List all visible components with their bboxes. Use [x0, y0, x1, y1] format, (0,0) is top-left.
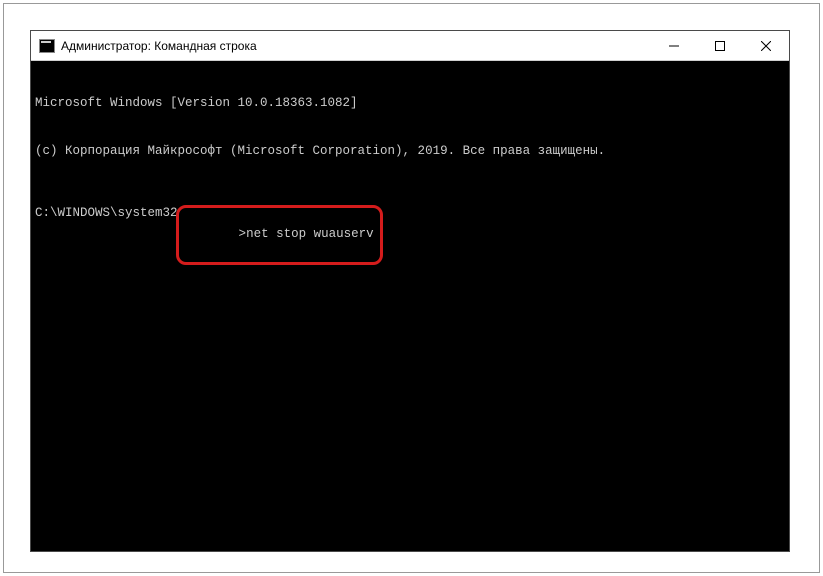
close-icon — [761, 41, 771, 51]
window-title: Администратор: Командная строка — [61, 39, 651, 53]
minimize-icon — [669, 41, 679, 51]
prompt-path: C:\WINDOWS\system32 — [35, 205, 178, 265]
command-highlight: >net stop wuauserv — [176, 205, 383, 265]
window-controls — [651, 31, 789, 60]
close-button[interactable] — [743, 31, 789, 60]
maximize-button[interactable] — [697, 31, 743, 60]
titlebar[interactable]: Администратор: Командная строка — [31, 31, 789, 61]
prompt-caret: > — [239, 227, 247, 241]
maximize-icon — [715, 41, 725, 51]
console-line-version: Microsoft Windows [Version 10.0.18363.10… — [35, 95, 785, 111]
command-text: net stop wuauserv — [246, 227, 374, 241]
prompt-line: C:\WINDOWS\system32 >net stop wuauserv — [35, 205, 785, 265]
cmd-window: Администратор: Командная строка Microsof… — [30, 30, 790, 552]
minimize-button[interactable] — [651, 31, 697, 60]
console-line-copyright: (c) Корпорация Майкрософт (Microsoft Cor… — [35, 143, 785, 159]
cmd-icon — [39, 39, 55, 53]
console-area[interactable]: Microsoft Windows [Version 10.0.18363.10… — [31, 61, 789, 551]
